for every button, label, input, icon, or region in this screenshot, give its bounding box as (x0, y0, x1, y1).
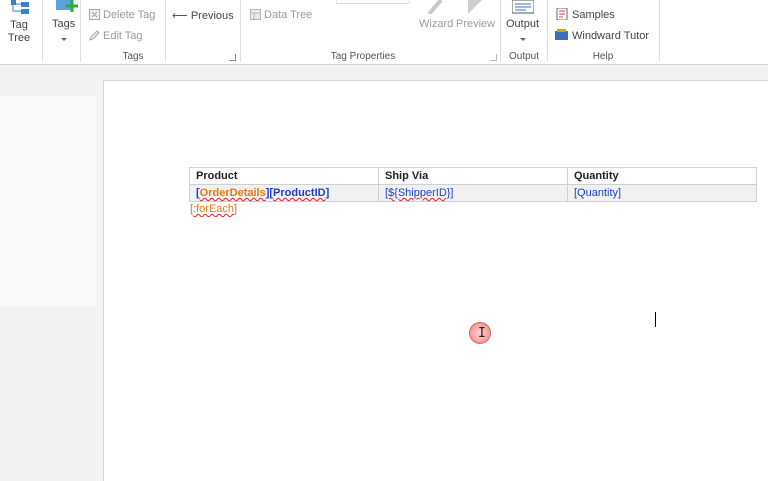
table-header-row: Product Ship Via Quantity (189, 167, 757, 185)
tag-bracket: ] (325, 187, 330, 199)
header-ship-via[interactable]: Ship Via (378, 167, 568, 185)
windward-tutor-link[interactable]: Windward Tutor (572, 30, 649, 42)
separator (240, 0, 241, 62)
separator (42, 0, 43, 62)
ribbon: Tag Tree Tags Delete Tag Edit Tag ⟵ Prev… (0, 0, 768, 65)
tag-properties-launcher-icon[interactable] (490, 54, 497, 61)
preview-button[interactable]: Preview (456, 18, 495, 30)
document-page[interactable] (103, 80, 768, 481)
previous-button[interactable]: ⟵ Previous (172, 9, 234, 22)
left-margin-shade (0, 96, 96, 306)
data-tree-button[interactable]: Data Tree (264, 9, 312, 21)
tag-tree-label-1: Tag (10, 19, 28, 31)
cell-ship-via[interactable]: [${ShipperID}] (378, 184, 568, 202)
samples-icon (556, 7, 568, 21)
tags-dropdown-button[interactable]: Tags (52, 18, 75, 30)
separator (547, 0, 548, 62)
separator (659, 0, 660, 62)
header-product[interactable]: Product (189, 167, 379, 185)
windward-tutor-icon (555, 29, 569, 41)
tag-tree-label-2: Tree (7, 32, 31, 44)
data-tree-icon (250, 9, 261, 20)
output-icon (511, 0, 535, 14)
group-label-help: Help (592, 51, 614, 62)
chevron-down-icon (520, 38, 526, 41)
separator (500, 0, 501, 62)
delete-tag-button[interactable]: Delete Tag (103, 9, 155, 21)
mouse-cursor-icon: I (469, 322, 491, 344)
arrow-left-icon: ⟵ (172, 10, 188, 22)
group-label-tag-properties: Tag Properties (330, 51, 396, 62)
separator (80, 0, 81, 62)
tags-group-launcher-icon[interactable] (229, 54, 236, 61)
foreach-label: :forEach (193, 203, 235, 215)
tag-bracket: ][ (265, 187, 274, 199)
template-table[interactable]: Product Ship Via Quantity [OrderDetails]… (189, 167, 757, 202)
preview-icon (466, 0, 484, 14)
foreach-tag[interactable]: [:forEach] (190, 203, 237, 215)
ibeam-glyph: I (478, 326, 486, 341)
table-row: [OrderDetails][ProductID] [${ShipperID}]… (189, 184, 757, 202)
chevron-down-icon (61, 38, 67, 41)
tag-orderdetails[interactable]: OrderDetails (200, 187, 266, 199)
tags-add-icon (56, 0, 78, 14)
tag-quantity[interactable]: [Quantity] (574, 187, 621, 199)
previous-label: Previous (190, 10, 234, 22)
wizard-button[interactable]: Wizard (419, 18, 453, 30)
group-label-output: Output (508, 51, 540, 62)
wizard-icon (426, 0, 444, 16)
samples-link[interactable]: Samples (572, 9, 615, 21)
cell-quantity[interactable]: [Quantity] (567, 184, 757, 202)
tag-tree-icon (10, 0, 32, 14)
header-quantity[interactable]: Quantity (567, 167, 757, 185)
text-caret (655, 312, 656, 327)
separator (165, 0, 166, 62)
tag-tree-button[interactable]: Tag Tree (6, 19, 32, 45)
edit-tag-button[interactable]: Edit Tag (103, 30, 143, 42)
group-label-tags: Tags (122, 51, 144, 62)
cell-product[interactable]: [OrderDetails][ProductID] (189, 184, 379, 202)
tag-shipperid[interactable]: [${ShipperID}] (385, 187, 454, 199)
edit-tag-icon (89, 30, 100, 41)
tag-productid[interactable]: ProductID (273, 187, 326, 199)
tag-properties-input[interactable] (336, 0, 410, 4)
tag-bracket: ] (234, 203, 238, 215)
output-dropdown-button[interactable]: Output (506, 18, 539, 30)
delete-tag-icon (89, 9, 100, 20)
